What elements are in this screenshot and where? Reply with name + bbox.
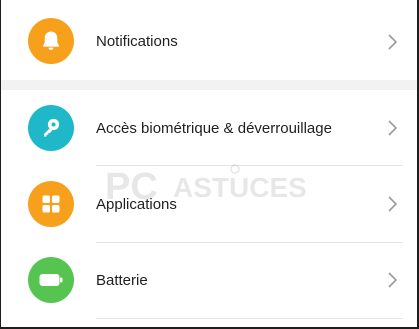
settings-item-label: Accès biométrique & déverrouillage — [96, 120, 332, 137]
chevron-right-icon — [388, 120, 398, 136]
chevron-right-icon — [388, 196, 398, 212]
watermark-logo: PC ASTUCES — [105, 164, 307, 207]
settings-item-battery[interactable]: Batterie — [1, 243, 417, 321]
svg-text:ASTUCES: ASTUCES — [173, 172, 307, 203]
settings-item-notifications[interactable]: Notifications — [1, 2, 417, 80]
battery-icon — [28, 257, 74, 303]
row-divider — [96, 318, 403, 319]
bell-icon — [28, 18, 74, 64]
settings-item-label: Notifications — [96, 33, 178, 50]
apps-grid-icon — [28, 181, 74, 227]
key-icon — [28, 105, 74, 151]
settings-group-notifications: Notifications — [1, 0, 417, 80]
settings-item-label: Batterie — [96, 272, 148, 289]
chevron-right-icon — [388, 34, 398, 50]
chevron-right-icon — [388, 272, 398, 288]
svg-text:PC: PC — [105, 166, 158, 207]
section-separator — [1, 80, 417, 90]
settings-item-biometric-unlock[interactable]: Accès biométrique & déverrouillage — [1, 90, 417, 168]
settings-group-main: Accès biométrique & déverrouillage Appli… — [1, 90, 417, 327]
